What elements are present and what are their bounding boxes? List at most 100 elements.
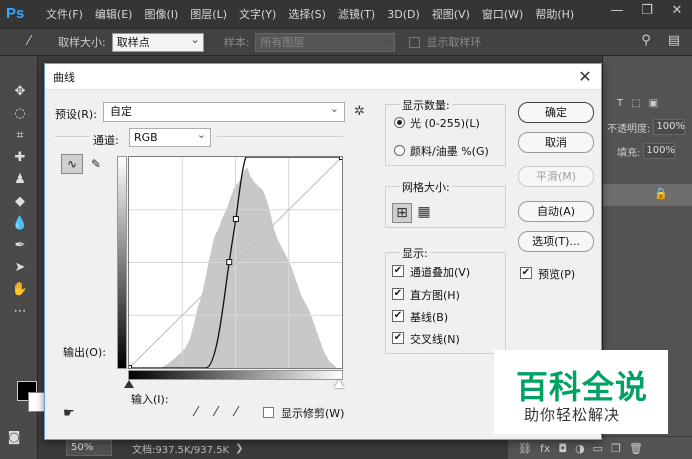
lasso-tool-icon[interactable]: ◌ bbox=[10, 104, 30, 124]
menu-filter[interactable]: 滤镜(T) bbox=[332, 6, 381, 22]
background-layer-row[interactable]: 🔒 bbox=[603, 184, 692, 206]
window-controls: — ❐ ✕ bbox=[602, 0, 692, 22]
sample-label: 样本: bbox=[223, 36, 250, 49]
channel-label: 通道: bbox=[93, 134, 119, 147]
eraser-tool-icon[interactable]: ◆ bbox=[10, 192, 30, 212]
sample-size-label: 取样大小: bbox=[58, 36, 106, 49]
sample-select[interactable]: 所有图层 bbox=[255, 31, 396, 52]
pigment-radio[interactable] bbox=[394, 145, 405, 156]
curve-graph-area bbox=[117, 154, 345, 371]
curve-edit-tool-icon[interactable]: ∿ bbox=[61, 154, 83, 174]
divider bbox=[217, 136, 343, 137]
dialog-close-icon[interactable]: ✕ bbox=[575, 67, 595, 87]
baseline-checkbox[interactable]: ✔ bbox=[392, 310, 404, 322]
preset-gear-icon[interactable]: ✲ bbox=[354, 104, 365, 119]
maximize-button[interactable]: ❐ bbox=[632, 0, 662, 22]
output-label: 输出(O): bbox=[63, 346, 106, 359]
pencil-tool-icon[interactable]: ✎ bbox=[85, 154, 107, 174]
gray-eyedropper-icon[interactable]: ⁄ bbox=[215, 405, 217, 420]
healing-brush-icon[interactable]: ✚ bbox=[10, 148, 30, 168]
black-eyedropper-icon[interactable]: ⁄ bbox=[195, 405, 197, 420]
white-point-slider[interactable] bbox=[334, 380, 344, 388]
trash-icon[interactable]: 🗑 bbox=[629, 442, 643, 455]
smart-filter-icon[interactable]: ▣ bbox=[649, 98, 658, 109]
link-icon[interactable]: ⛓ bbox=[518, 442, 532, 455]
move-tool-icon[interactable]: ✥ bbox=[10, 82, 30, 102]
menu-edit[interactable]: 编辑(E) bbox=[89, 6, 139, 22]
watermark: 百科全说 助你轻松解决 bbox=[494, 350, 668, 434]
more-tools-icon[interactable]: ⋯ bbox=[10, 302, 30, 322]
intersection-checkbox[interactable]: ✔ bbox=[392, 332, 404, 344]
hand-tool-icon[interactable]: ✋ bbox=[10, 280, 30, 300]
stamp-tool-icon[interactable]: ♟ bbox=[10, 170, 30, 190]
preset-select[interactable]: 自定 bbox=[103, 100, 345, 122]
fill-row: 填充: 100% bbox=[607, 142, 690, 160]
menu-view[interactable]: 视图(V) bbox=[426, 6, 476, 22]
menu-type[interactable]: 文字(Y) bbox=[233, 6, 282, 22]
white-eyedropper-icon[interactable]: ⁄ bbox=[235, 405, 237, 420]
zoom-field[interactable]: 50% bbox=[66, 440, 112, 456]
show-clipping-checkbox[interactable] bbox=[263, 407, 274, 418]
status-arrow-icon[interactable]: ❯ bbox=[235, 443, 243, 454]
eyedropper-tool-icon[interactable]: ⁄ bbox=[20, 33, 38, 51]
opacity-field[interactable]: 100% bbox=[653, 119, 686, 135]
fill-field[interactable]: 100% bbox=[643, 143, 676, 159]
lock-icon: 🔒 bbox=[654, 187, 668, 200]
output-gradient-bar bbox=[117, 156, 127, 369]
menu-select[interactable]: 选择(S) bbox=[282, 6, 332, 22]
close-app-button[interactable]: ✕ bbox=[662, 0, 692, 22]
workspace-icon[interactable]: ▤ bbox=[664, 33, 684, 48]
menu-file[interactable]: 文件(F) bbox=[40, 6, 89, 22]
grid-size-group: 网格大小: ⊞ ▦ bbox=[385, 179, 506, 228]
blur-tool-icon[interactable]: 💧 bbox=[10, 214, 30, 234]
shape-filter-icon[interactable]: ⬚ bbox=[631, 98, 640, 109]
layer-filter-icons: T ⬚ ▣ bbox=[607, 94, 690, 112]
curve-svg[interactable] bbox=[126, 154, 345, 371]
pen-tool-icon[interactable]: ✒ bbox=[10, 236, 30, 256]
sample-size-select[interactable]: 取样点 bbox=[111, 31, 204, 52]
fx-icon[interactable]: fx bbox=[540, 442, 550, 455]
mask-icon[interactable]: ◘ bbox=[558, 442, 567, 455]
channel-select[interactable]: RGB bbox=[129, 126, 211, 147]
histogram-checkbox[interactable]: ✔ bbox=[392, 288, 404, 300]
selection-arrow-icon[interactable]: ➤ bbox=[10, 258, 30, 278]
curve-control-point bbox=[126, 365, 132, 371]
show-ring-checkbox[interactable] bbox=[409, 36, 421, 48]
auto-button[interactable]: 自动(A) bbox=[518, 201, 594, 222]
menu-image[interactable]: 图像(I) bbox=[138, 6, 184, 22]
menu-layer[interactable]: 图层(L) bbox=[184, 6, 233, 22]
watermark-sub-text: 助你轻松解决 bbox=[524, 406, 621, 424]
target-adjust-icon[interactable]: ☛ bbox=[63, 406, 75, 421]
new-layer-icon[interactable]: ❐ bbox=[611, 442, 621, 455]
detailed-grid-icon[interactable]: ▦ bbox=[414, 203, 434, 223]
channel-overlay-checkbox[interactable]: ✔ bbox=[392, 265, 404, 277]
menu-3d[interactable]: 3D(D) bbox=[381, 8, 426, 21]
quick-mask-icon[interactable]: ◙ bbox=[4, 428, 24, 448]
smooth-button[interactable]: 平滑(M) bbox=[518, 166, 594, 187]
type-filter-icon[interactable]: T bbox=[617, 98, 623, 109]
curve-graph[interactable] bbox=[126, 154, 345, 371]
dialog-title: 曲线 bbox=[53, 70, 75, 84]
curve-control-point bbox=[226, 259, 233, 266]
simple-grid-icon[interactable]: ⊞ bbox=[392, 203, 412, 223]
tools-panel: ✥ ◌ ⌗ ✚ ♟ ◆ 💧 ✒ ➤ ✋ ⋯ ◙ bbox=[0, 56, 48, 459]
opacity-label: 不透明度: bbox=[607, 123, 651, 135]
folder-icon[interactable]: ▭ bbox=[593, 442, 603, 455]
divider bbox=[55, 136, 89, 137]
ok-button[interactable]: 确定 bbox=[518, 102, 594, 123]
search-icon[interactable]: ⚲ bbox=[636, 33, 656, 48]
minimize-button[interactable]: — bbox=[602, 0, 632, 22]
preview-label: 预览(P) bbox=[538, 268, 576, 281]
menu-help[interactable]: 帮助(H) bbox=[529, 6, 580, 22]
options-button[interactable]: 选项(T)... bbox=[518, 231, 594, 252]
crop-tool-icon[interactable]: ⌗ bbox=[10, 126, 30, 146]
photoshop-logo: Ps bbox=[6, 5, 25, 22]
cancel-button[interactable]: 取消 bbox=[518, 132, 594, 153]
light-radio[interactable] bbox=[394, 117, 405, 128]
adjustment-icon[interactable]: ◑ bbox=[575, 442, 585, 455]
menu-bar: Ps 文件(F) 编辑(E) 图像(I) 图层(L) 文字(Y) 选择(S) 滤… bbox=[0, 0, 692, 28]
preview-checkbox[interactable]: ✔ bbox=[520, 267, 532, 279]
black-point-slider[interactable] bbox=[124, 380, 134, 388]
menu-window[interactable]: 窗口(W) bbox=[476, 6, 529, 22]
watermark-main-text: 百科全说 bbox=[516, 368, 649, 406]
